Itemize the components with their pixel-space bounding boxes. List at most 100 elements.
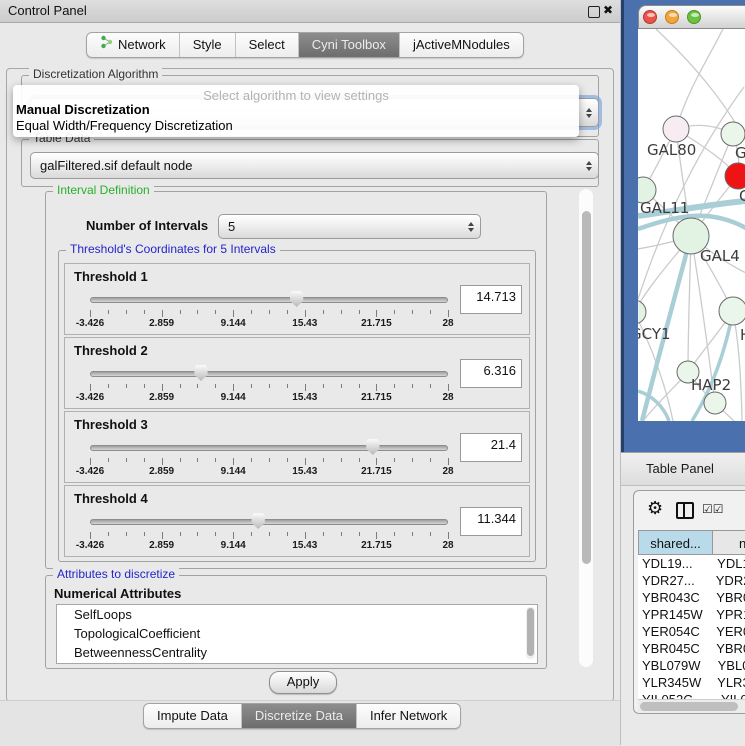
network-window-titlebar[interactable] xyxy=(638,5,745,29)
slider-tick xyxy=(144,384,145,388)
mac-minimize-icon[interactable] xyxy=(665,10,679,24)
tab-infer-network[interactable]: Infer Network xyxy=(357,704,460,728)
slider-tick xyxy=(108,532,109,536)
scrollbar-thumb[interactable] xyxy=(582,211,591,564)
slider-thumb[interactable] xyxy=(193,365,208,381)
tab-impute-data[interactable]: Impute Data xyxy=(144,704,242,728)
threshold-value-field[interactable]: 14.713 xyxy=(460,285,522,314)
slider-tick xyxy=(251,532,252,536)
slider-tick xyxy=(144,532,145,536)
scrollbar-thumb[interactable] xyxy=(527,608,534,656)
slider-track[interactable] xyxy=(90,519,448,525)
network-canvas[interactable]: GAL80G.CGAL11GAL4GCY1HHAP2 xyxy=(638,29,745,421)
slider-tick xyxy=(305,458,306,465)
slider-tick xyxy=(448,532,449,539)
tick-label: 28 xyxy=(442,540,453,551)
list-item[interactable]: TopologicalCoefficient xyxy=(57,624,537,643)
number-of-intervals-select[interactable]: 5 xyxy=(218,214,481,239)
slider-thumb[interactable] xyxy=(289,291,304,307)
tab-jactivemnodules[interactable]: jActiveMNodules xyxy=(400,33,523,57)
table-row[interactable]: YBL079WYBL0 xyxy=(638,657,745,674)
table-row[interactable]: YIL052CYIL0 xyxy=(638,691,745,699)
slider-tick xyxy=(430,384,431,388)
slider-tick xyxy=(269,532,270,536)
slider-thumb[interactable] xyxy=(365,439,380,455)
column-header-name[interactable]: na xyxy=(713,530,745,555)
threshold-value-field[interactable]: 21.4 xyxy=(460,433,522,462)
close-icon[interactable]: ✖ xyxy=(603,3,613,17)
group-title: Interval Definition xyxy=(53,183,154,197)
slider-tick xyxy=(412,310,413,314)
table-data-select[interactable]: galFiltered.sif default node xyxy=(30,152,599,179)
cell-name: YBR0 xyxy=(711,640,745,657)
combo-stepper-icon xyxy=(586,161,592,171)
horizontal-scrollbar[interactable] xyxy=(638,699,745,713)
slider-tick xyxy=(108,384,109,388)
slider-track[interactable] xyxy=(90,445,448,451)
checkboxes-icon[interactable]: ☑☑ xyxy=(702,502,724,516)
tab-discretize-data[interactable]: Discretize Data xyxy=(242,704,357,728)
cell-shared-name: YDL19... xyxy=(638,555,712,572)
threshold-value-field[interactable]: 6.316 xyxy=(460,359,522,388)
threshold-value-field[interactable]: 11.344 xyxy=(460,507,522,536)
network-node-h[interactable] xyxy=(719,297,745,325)
tab-style[interactable]: Style xyxy=(180,33,236,57)
column-header-shared-name[interactable]: shared... xyxy=(638,530,713,555)
tick-label: 2.859 xyxy=(149,392,174,403)
table-row[interactable]: YBR045CYBR0 xyxy=(638,640,745,657)
control-panel-titlebar[interactable]: Control Panel ✖ xyxy=(0,0,620,23)
tick-label: 9.144 xyxy=(221,392,246,403)
table-row[interactable]: YPR145WYPR1 xyxy=(638,606,745,623)
network-node-gcy1[interactable] xyxy=(638,300,646,324)
threshold-slider[interactable]: -3.4262.8599.14415.4321.71528 xyxy=(90,363,448,405)
network-node[interactable] xyxy=(704,392,726,414)
network-graph: GAL80G.CGAL11GAL4GCY1HHAP2 xyxy=(638,29,745,421)
table-row[interactable]: YDL19...YDL1 xyxy=(638,555,745,572)
network-node-g[interactable] xyxy=(721,122,745,146)
apply-button[interactable]: Apply xyxy=(269,671,337,694)
tab-network[interactable]: Network xyxy=(87,33,180,57)
table-row[interactable]: YBR043CYBR0 xyxy=(638,589,745,606)
threshold-slider[interactable]: -3.4262.8599.14415.4321.71528 xyxy=(90,437,448,479)
cell-name: YIL0 xyxy=(716,691,745,699)
list-item[interactable]: BetweennessCentrality xyxy=(57,643,537,662)
network-node-gal80[interactable] xyxy=(663,116,689,142)
slider-tick xyxy=(215,458,216,462)
threshold-slider[interactable]: -3.4262.8599.14415.4321.71528 xyxy=(90,289,448,331)
slider-track[interactable] xyxy=(90,371,448,377)
mac-zoom-icon[interactable] xyxy=(687,10,701,24)
vertical-scrollbar[interactable] xyxy=(579,189,593,667)
threshold-slider[interactable]: -3.4262.8599.14415.4321.71528 xyxy=(90,511,448,553)
gear-icon[interactable]: ⚙ xyxy=(647,498,663,519)
list-scrollbar[interactable] xyxy=(526,607,535,659)
float-window-icon[interactable] xyxy=(588,6,600,18)
node-label: GAL4 xyxy=(700,247,740,265)
mac-close-icon[interactable] xyxy=(643,10,657,24)
slider-tick xyxy=(233,532,234,539)
node-label: GCY1 xyxy=(638,325,671,343)
slider-track[interactable] xyxy=(90,297,448,303)
table-row[interactable]: YLR345WYLR3 xyxy=(638,674,745,691)
table-row[interactable]: YDR27...YDR2 xyxy=(638,572,745,589)
columns-icon[interactable] xyxy=(676,502,694,519)
dropdown-item[interactable]: Manual Discretization xyxy=(16,102,150,117)
cell-shared-name: YLR345W xyxy=(638,674,712,691)
tick-label: -3.426 xyxy=(76,392,104,403)
table-panel-titlebar[interactable]: Table Panel xyxy=(621,452,745,486)
table-row[interactable]: YER054CYER0 xyxy=(638,623,745,640)
cell-shared-name: YBL079W xyxy=(638,657,713,674)
list-item[interactable]: SelfLoops xyxy=(57,605,537,624)
tab-cyni-toolbox[interactable]: Cyni Toolbox xyxy=(299,33,400,57)
tick-label: 21.715 xyxy=(361,540,392,551)
network-node-c[interactable] xyxy=(725,163,745,189)
dropdown-item[interactable]: Equal Width/Frequency Discretization xyxy=(16,118,233,133)
slider-thumb[interactable] xyxy=(251,513,266,529)
scrollbar-thumb[interactable] xyxy=(640,702,738,711)
slider-tick xyxy=(305,384,306,391)
cell-name: YBR0 xyxy=(711,589,745,606)
tab-select[interactable]: Select xyxy=(236,33,299,57)
tick-label: 28 xyxy=(442,318,453,329)
slider-tick xyxy=(376,458,377,465)
attributes-listbox[interactable]: SelfLoopsTopologicalCoefficientBetweenne… xyxy=(56,604,538,664)
top-tab-bar: NetworkStyleSelectCyni ToolboxjActiveMNo… xyxy=(86,32,524,58)
